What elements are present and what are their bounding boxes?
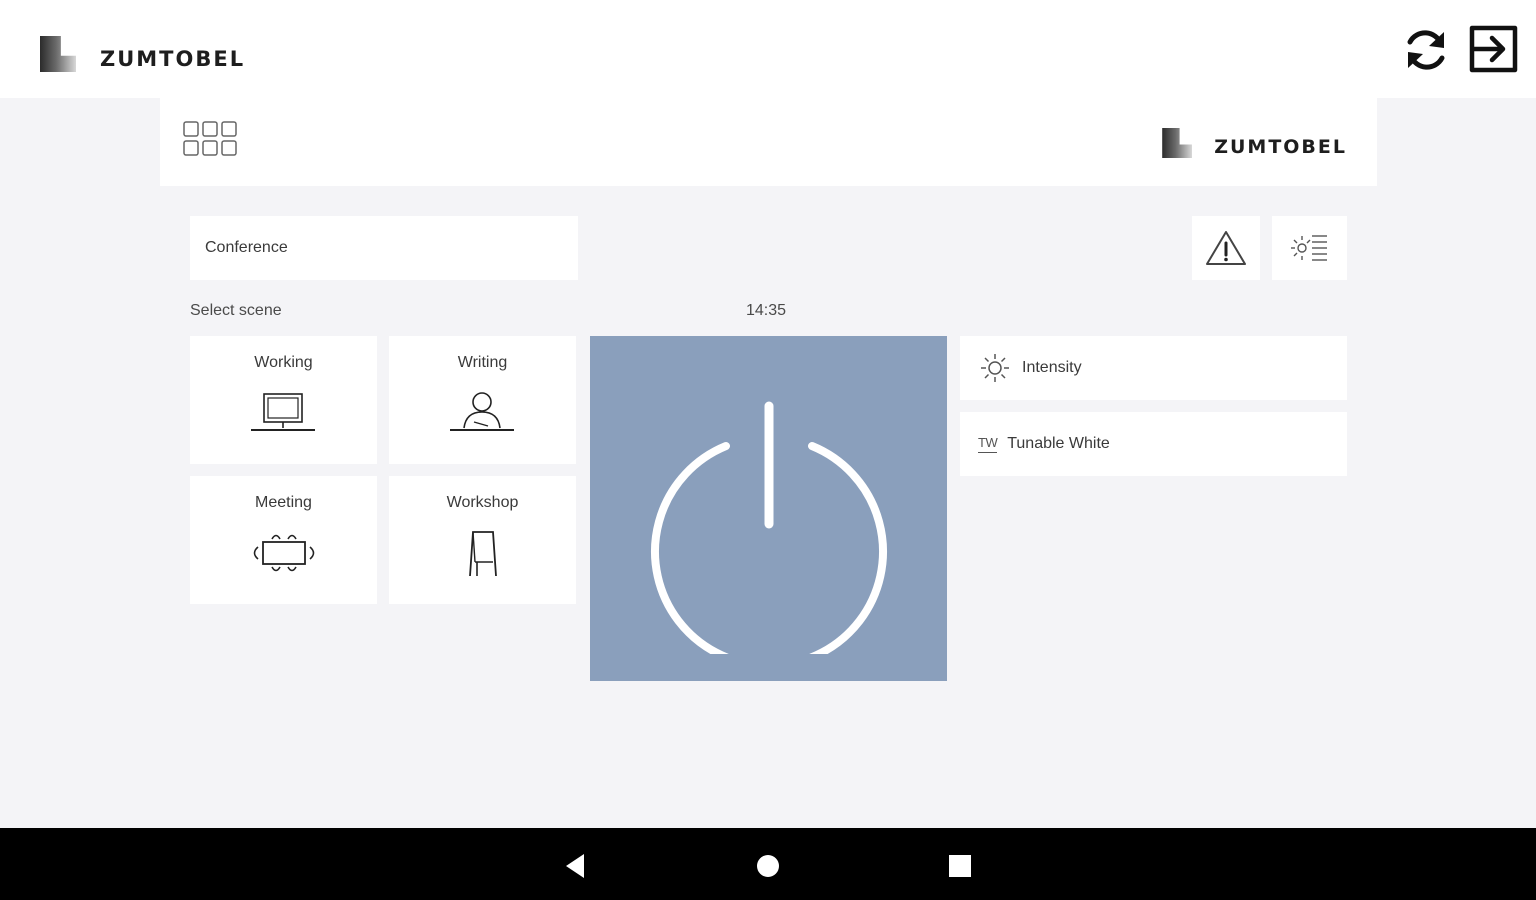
recent-apps-button[interactable] bbox=[942, 848, 978, 884]
logout-icon bbox=[1469, 25, 1518, 73]
panel-logo: ZUMTOBEL bbox=[1162, 128, 1347, 158]
tunable-white-control[interactable]: TW Tunable White bbox=[960, 412, 1347, 476]
app-brand-name: ZUMTOBEL bbox=[100, 47, 246, 71]
intensity-control[interactable]: Intensity bbox=[960, 336, 1347, 400]
flipchart-icon bbox=[468, 531, 497, 577]
grid-menu-icon bbox=[183, 121, 237, 156]
warning-button[interactable] bbox=[1192, 216, 1260, 280]
clock-time: 14:35 bbox=[745, 302, 787, 319]
panel-brand-name: ZUMTOBEL bbox=[1214, 136, 1347, 158]
scene-writing[interactable]: Writing bbox=[389, 336, 576, 464]
home-icon bbox=[757, 855, 779, 877]
person-writing-icon bbox=[449, 392, 514, 431]
tunable-white-icon: TW bbox=[978, 435, 998, 453]
intensity-label: Intensity bbox=[1022, 359, 1082, 376]
app-bar: ZUMTOBEL bbox=[0, 0, 1536, 98]
grid-menu-button[interactable] bbox=[182, 120, 244, 164]
light-list-icon bbox=[1290, 235, 1327, 261]
system-nav-bar bbox=[0, 828, 1536, 900]
scene-label: Meeting bbox=[255, 494, 312, 511]
main-content: ZUMTOBEL Conference Select scene 14:35 W… bbox=[0, 98, 1536, 828]
app-logo: ZUMTOBEL bbox=[40, 36, 245, 72]
back-button[interactable] bbox=[558, 848, 594, 884]
logout-button[interactable] bbox=[1468, 22, 1520, 78]
panel-header: ZUMTOBEL bbox=[160, 98, 1377, 186]
refresh-button[interactable] bbox=[1400, 22, 1452, 78]
scene-working[interactable]: Working bbox=[190, 336, 377, 464]
tunable-white-label: Tunable White bbox=[1007, 435, 1110, 452]
power-button[interactable] bbox=[590, 336, 947, 681]
back-icon bbox=[566, 854, 584, 878]
meeting-table-icon bbox=[253, 534, 314, 572]
scene-label: Workshop bbox=[446, 494, 519, 511]
select-scene-label: Select scene bbox=[190, 302, 282, 319]
warning-icon bbox=[1206, 231, 1246, 265]
scene-workshop[interactable]: Workshop bbox=[389, 476, 576, 604]
sun-icon bbox=[978, 351, 1012, 385]
zumtobel-logo-mark-icon bbox=[1162, 128, 1193, 158]
power-icon bbox=[650, 401, 887, 654]
light-list-button[interactable] bbox=[1272, 216, 1347, 280]
computer-desk-icon bbox=[250, 393, 315, 431]
recent-apps-icon bbox=[949, 855, 971, 877]
room-selector[interactable]: Conference bbox=[190, 216, 578, 280]
home-button[interactable] bbox=[750, 848, 786, 884]
refresh-icon bbox=[1407, 30, 1445, 70]
scene-label: Working bbox=[254, 354, 313, 371]
zumtobel-logo-mark-icon bbox=[40, 36, 76, 72]
scene-label: Writing bbox=[457, 354, 508, 371]
scene-meeting[interactable]: Meeting bbox=[190, 476, 377, 604]
